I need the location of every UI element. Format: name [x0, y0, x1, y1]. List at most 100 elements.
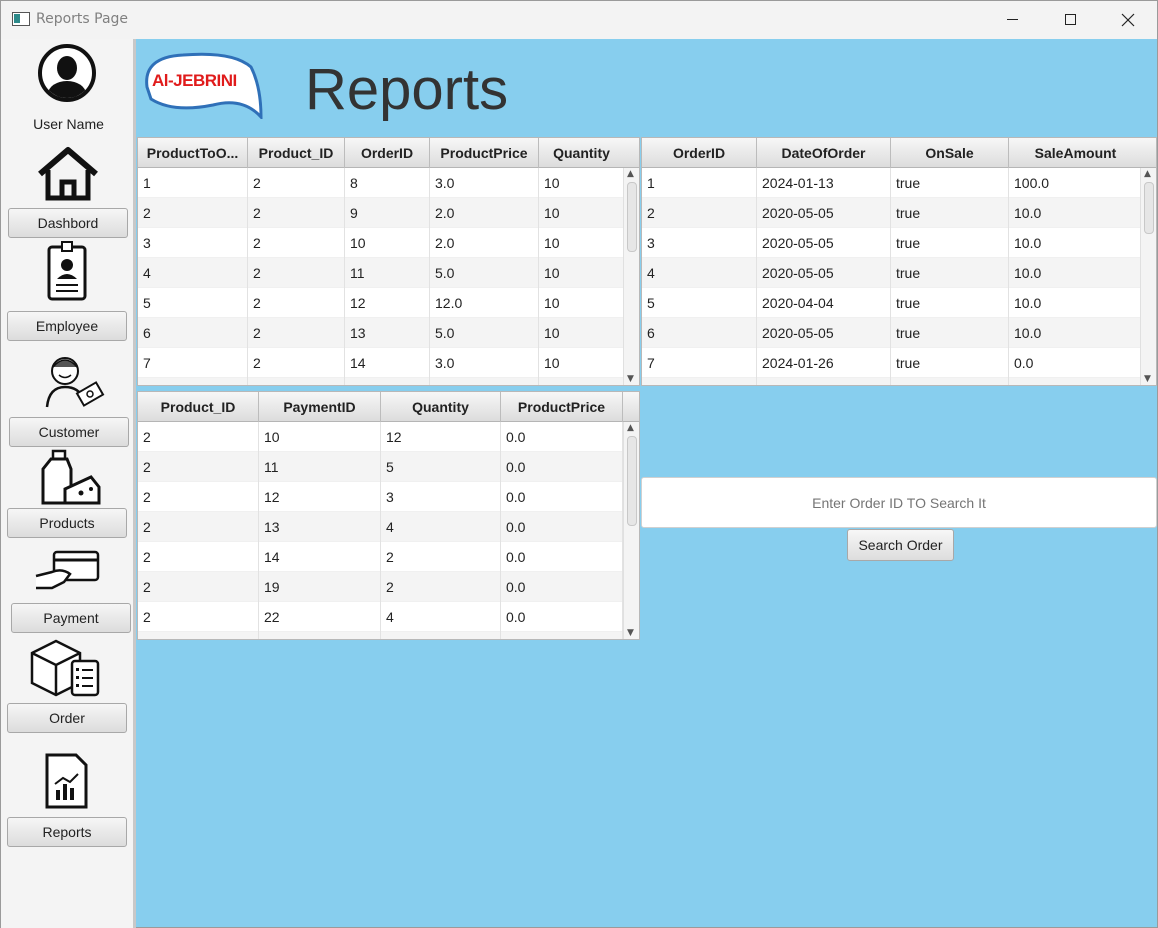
table-cell: 2 — [381, 572, 501, 602]
user-name-label: User Name — [33, 116, 104, 132]
table-cell: 4 — [138, 258, 248, 288]
column-header[interactable]: ProductToO... — [138, 138, 248, 168]
table-cell: 2 — [138, 602, 259, 632]
table-row[interactable]: 2 13 4 0.0 — [138, 512, 623, 542]
table-cell — [138, 632, 259, 639]
scroll-up-icon[interactable]: ▲ — [1144, 169, 1151, 179]
table-row[interactable]: 5 2 12 12.0 10 — [138, 288, 625, 318]
table-row[interactable]: 3 2020-05-05 true 10.0 — [642, 228, 1143, 258]
vertical-scrollbar[interactable]: ▲ ▼ — [623, 422, 639, 639]
table-cell: 2 — [138, 452, 259, 482]
table-cell: true — [891, 318, 1009, 348]
table-row[interactable]: 6 2020-05-05 true 10.0 — [642, 318, 1143, 348]
table-cell: 6 — [642, 318, 757, 348]
dashboard-button[interactable]: Dashbord — [8, 208, 128, 238]
order-id-search-input[interactable] — [641, 477, 1157, 528]
table-cell: 13 — [345, 318, 430, 348]
report-chart-icon — [45, 753, 88, 809]
table-cell: 2024-01-26 — [757, 348, 891, 378]
minimize-button[interactable] — [983, 1, 1041, 39]
table-row[interactable]: 2 2 9 2.0 10 — [138, 198, 625, 228]
table-row[interactable]: 2 2020-05-05 true 10.0 — [642, 198, 1143, 228]
table-cell: 10 — [539, 228, 625, 258]
column-header[interactable]: Quantity — [381, 392, 501, 422]
payment-button[interactable]: Payment — [11, 603, 131, 633]
table-row[interactable]: 4 2 11 5.0 10 — [138, 258, 625, 288]
table-row[interactable]: 2 11 5 0.0 — [138, 452, 623, 482]
table-row[interactable]: 2 22 4 0.0 — [138, 602, 623, 632]
app-icon — [12, 12, 30, 26]
scroll-down-icon[interactable]: ▼ — [1144, 374, 1151, 384]
employee-button[interactable]: Employee — [7, 311, 127, 341]
customer-button[interactable]: Customer — [9, 417, 129, 447]
column-header[interactable]: ProductPrice — [501, 392, 623, 422]
search-order-button[interactable]: Search Order — [847, 529, 954, 561]
table-row[interactable]: 7 2 14 3.0 10 — [138, 348, 625, 378]
table-row[interactable]: 2 14 2 0.0 — [138, 542, 623, 572]
table-cell: 2 — [138, 512, 259, 542]
column-header[interactable]: Product_ID — [138, 392, 259, 422]
table-row[interactable]: 7 2024-01-26 true 0.0 — [642, 348, 1143, 378]
window-title: Reports Page — [36, 11, 129, 27]
table-cell: 22 — [259, 602, 381, 632]
table-cell: 2.0 — [430, 228, 539, 258]
customer-money-icon — [45, 357, 105, 408]
table-row[interactable]: 1 2024-01-13 true 100.0 — [642, 168, 1143, 198]
table-cell: 10 — [539, 258, 625, 288]
table-row[interactable]: 3 2 10 2.0 10 — [138, 228, 625, 258]
column-header[interactable]: OnSale — [891, 138, 1009, 168]
table-row[interactable]: 4 2020-05-05 true 10.0 — [642, 258, 1143, 288]
vertical-scrollbar[interactable]: ▲ ▼ — [1140, 168, 1156, 385]
table-cell — [430, 378, 539, 385]
column-header[interactable]: ProductPrice — [430, 138, 539, 168]
payments-table[interactable]: Product_ID PaymentID Quantity ProductPrice … — [137, 391, 640, 640]
table-row[interactable] — [138, 632, 623, 639]
table-cell: 4 — [381, 602, 501, 632]
close-button[interactable] — [1099, 1, 1157, 39]
column-header[interactable]: Quantity — [539, 138, 625, 168]
scroll-down-icon[interactable]: ▼ — [627, 374, 634, 384]
column-header[interactable]: OrderID — [345, 138, 430, 168]
table-cell — [642, 378, 757, 385]
table-cell: 1 — [138, 168, 248, 198]
table-cell: 0.0 — [501, 572, 623, 602]
table-cell — [1009, 378, 1143, 385]
table-row[interactable] — [138, 378, 625, 385]
reports-button[interactable]: Reports — [7, 817, 127, 847]
table-cell: 14 — [345, 348, 430, 378]
column-header[interactable]: DateOfOrder — [757, 138, 891, 168]
table-row[interactable]: 1 2 8 3.0 10 — [138, 168, 625, 198]
column-header[interactable]: SaleAmount — [1009, 138, 1143, 168]
table-cell: 5.0 — [430, 318, 539, 348]
vertical-scrollbar[interactable]: ▲ ▼ — [623, 168, 639, 385]
table-row[interactable]: 2 12 3 0.0 — [138, 482, 623, 512]
table-row[interactable]: 6 2 13 5.0 10 — [138, 318, 625, 348]
table-cell: 2020-05-05 — [757, 258, 891, 288]
product-order-table[interactable]: ProductToO... Product_ID OrderID ProductPri… — [137, 137, 640, 386]
table-row[interactable] — [642, 378, 1143, 385]
scroll-up-icon[interactable]: ▲ — [627, 423, 634, 433]
table-cell: 2 — [642, 198, 757, 228]
column-header[interactable]: OrderID — [642, 138, 757, 168]
table-row[interactable]: 5 2020-04-04 true 10.0 — [642, 288, 1143, 318]
column-header[interactable]: Product_ID — [248, 138, 345, 168]
order-button[interactable]: Order — [7, 703, 127, 733]
table-cell: 11 — [345, 258, 430, 288]
table-cell: 6 — [138, 318, 248, 348]
maximize-button[interactable] — [1041, 1, 1099, 39]
page-title: Reports — [305, 57, 509, 122]
table-cell: 2 — [381, 542, 501, 572]
scroll-up-icon[interactable]: ▲ — [627, 169, 634, 179]
table-cell: 2 — [248, 228, 345, 258]
table-cell: 2024-01-13 — [757, 168, 891, 198]
table-cell: 100.0 — [1009, 168, 1143, 198]
table-cell: 0.0 — [1009, 348, 1143, 378]
column-header[interactable]: PaymentID — [259, 392, 381, 422]
scroll-down-icon[interactable]: ▼ — [627, 628, 634, 638]
table-cell: 3.0 — [430, 348, 539, 378]
table-row[interactable]: 2 19 2 0.0 — [138, 572, 623, 602]
table-cell: 3 — [381, 482, 501, 512]
table-row[interactable]: 2 10 12 0.0 — [138, 422, 623, 452]
orders-table[interactable]: OrderID DateOfOrder OnSale SaleAmount 1 2024… — [641, 137, 1157, 386]
products-button[interactable]: Products — [7, 508, 127, 538]
